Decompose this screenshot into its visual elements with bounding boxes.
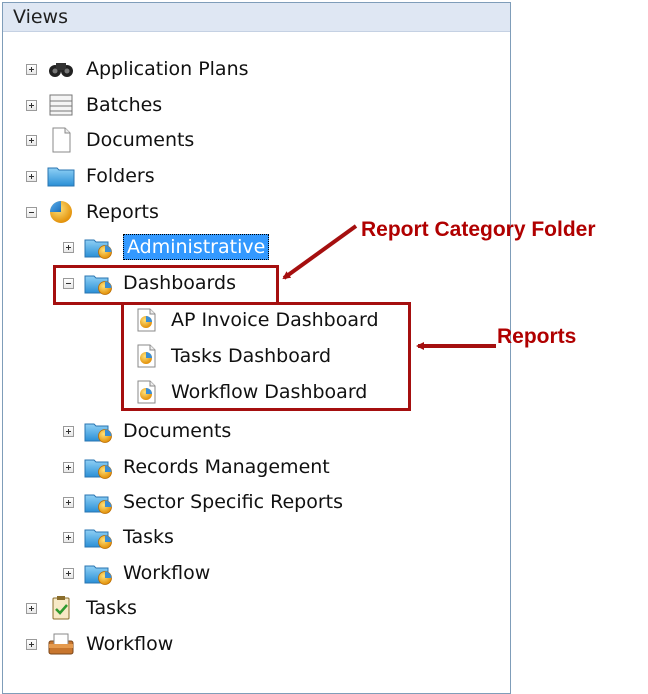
category-folder-arrow xyxy=(282,224,358,280)
reports-callout: Reports xyxy=(497,325,577,348)
category-folder-callout: Report Category Folder xyxy=(361,218,596,241)
